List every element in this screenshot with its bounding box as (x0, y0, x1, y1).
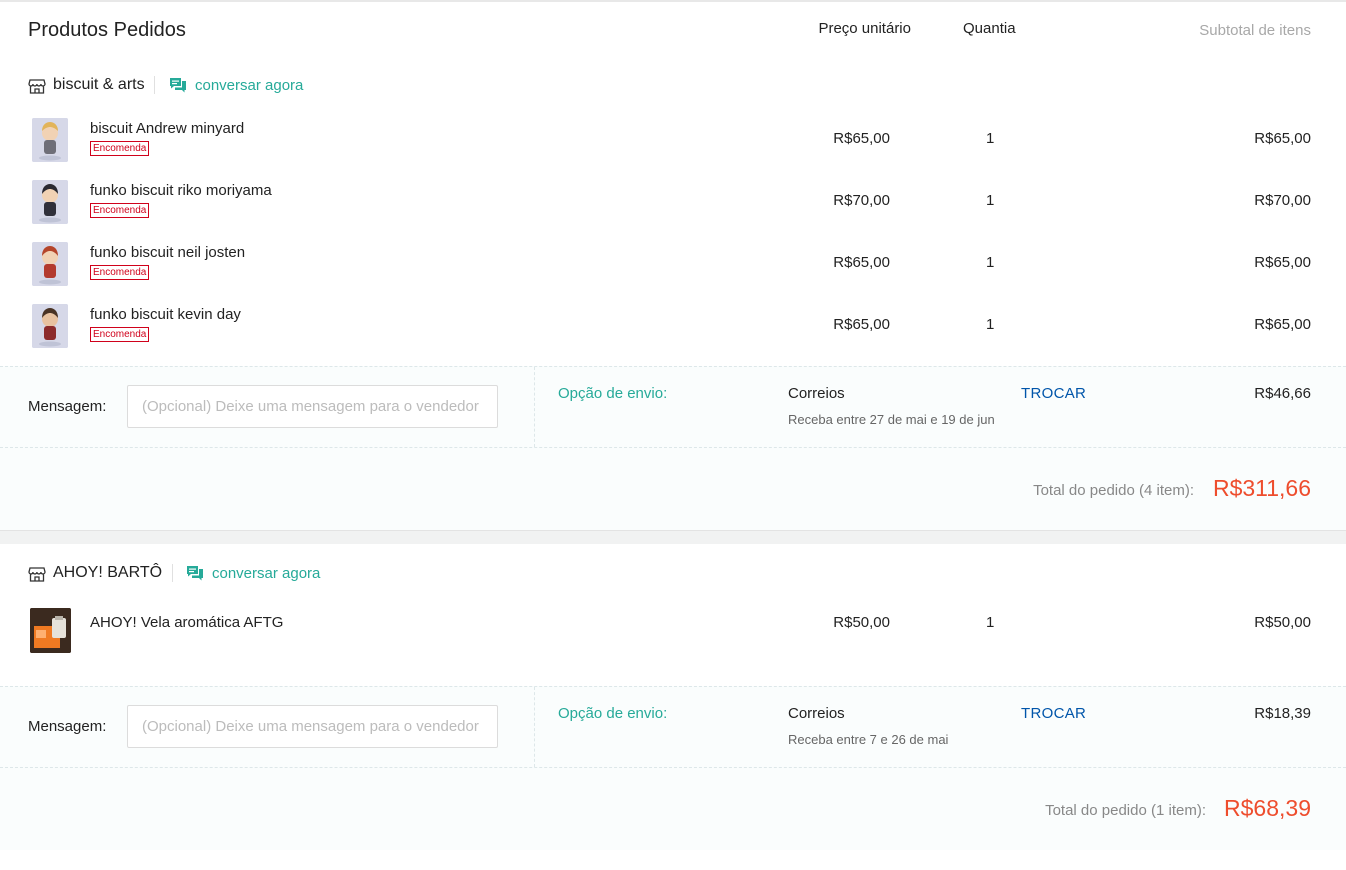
message-input[interactable] (127, 705, 498, 748)
shop-header-divider (154, 76, 155, 94)
message-label: Mensagem: (28, 398, 107, 415)
order-item-row: AHOY! Vela aromática AFTG R$50,00 1 R$50… (0, 600, 1346, 686)
product-thumbnail[interactable] (30, 608, 71, 653)
preorder-badge: Encomenda (90, 265, 150, 280)
shipping-carrier: Correios (788, 705, 845, 722)
store-icon (28, 567, 46, 582)
order-total-value: R$311,66 (1212, 475, 1311, 501)
item-subtotal: R$65,00 (1254, 316, 1311, 333)
quantity: 1 (986, 130, 995, 147)
shipping-eta: Receba entre 7 e 26 de mai (788, 732, 949, 747)
message-divider (534, 687, 535, 767)
store-icon (28, 79, 46, 94)
shipping-cost: R$18,39 (1254, 705, 1311, 722)
order-total-row: Total do pedido (1 item): R$68,39 (0, 768, 1346, 850)
shop-name[interactable]: AHOY! BARTÔ (53, 564, 162, 582)
chat-icon (170, 78, 186, 93)
order-total-label: Total do pedido (1 item): (1045, 802, 1206, 819)
product-name[interactable]: AHOY! Vela aromática AFTG (90, 614, 283, 631)
product-name[interactable]: biscuit Andrew minyard (90, 120, 244, 137)
column-header-quantity: Quantia (963, 20, 1016, 37)
message-input[interactable] (127, 385, 498, 428)
chat-icon (187, 566, 203, 581)
preorder-badge: Encomenda (90, 203, 150, 218)
quantity: 1 (986, 614, 995, 631)
quantity: 1 (986, 254, 995, 271)
shop-header-divider (172, 564, 173, 582)
product-thumbnail[interactable] (32, 304, 68, 348)
unit-price: R$65,00 (833, 316, 890, 333)
order-item-row: funko biscuit neil josten Encomenda R$65… (0, 236, 1346, 298)
chat-now-button[interactable]: conversar agora (169, 76, 303, 94)
unit-price: R$65,00 (833, 130, 890, 147)
product-name[interactable]: funko biscuit riko moriyama (90, 182, 272, 199)
shop-name[interactable]: biscuit & arts (53, 76, 145, 94)
quantity: 1 (986, 192, 995, 209)
shipping-option-label: Opção de envio: (558, 705, 668, 722)
chat-now-label: conversar agora (195, 76, 304, 94)
product-thumbnail[interactable] (32, 180, 68, 224)
column-header-subtotal: Subtotal de itens (1199, 22, 1311, 39)
product-thumbnail[interactable] (32, 118, 68, 162)
change-shipping-button[interactable]: TROCAR (1021, 385, 1086, 402)
unit-price: R$50,00 (833, 614, 890, 631)
shop-section: AHOY! BARTÔ conversar agora AHOY! Vela a… (0, 544, 1346, 850)
candle-image-icon (30, 608, 71, 653)
chat-now-button[interactable]: conversar agora (186, 564, 320, 582)
order-item-row: funko biscuit riko moriyama Encomenda R$… (0, 174, 1346, 236)
order-total-label: Total do pedido (4 item): (1033, 482, 1194, 499)
shipping-option-label: Opção de envio: (558, 385, 668, 402)
message-divider (534, 367, 535, 447)
message-label: Mensagem: (28, 718, 107, 735)
preorder-badge: Encomenda (90, 327, 150, 342)
item-subtotal: R$65,00 (1254, 254, 1311, 271)
message-shipping-row: Mensagem: Opção de envio: Correios Receb… (0, 366, 1346, 448)
order-total-row: Total do pedido (4 item): R$311,66 (0, 448, 1346, 530)
item-subtotal: R$65,00 (1254, 130, 1311, 147)
order-item-row: funko biscuit kevin day Encomenda R$65,0… (0, 298, 1346, 366)
column-header-unit-price: Preço unitário (818, 20, 911, 37)
shop-header: AHOY! BARTÔ conversar agora (0, 544, 1346, 600)
unit-price: R$65,00 (833, 254, 890, 271)
item-subtotal: R$50,00 (1254, 614, 1311, 631)
product-name[interactable]: funko biscuit kevin day (90, 306, 241, 323)
shipping-cost: R$46,66 (1254, 385, 1311, 402)
product-thumbnail[interactable] (32, 242, 68, 286)
message-shipping-row: Mensagem: Opção de envio: Correios Receb… (0, 686, 1346, 768)
shipping-carrier: Correios (788, 385, 845, 402)
ordered-products-header: Produtos Pedidos Preço unitário Quantia … (0, 2, 1346, 56)
shipping-eta: Receba entre 27 de mai e 19 de jun (788, 412, 995, 427)
item-subtotal: R$70,00 (1254, 192, 1311, 209)
figure-image-icon (32, 304, 68, 348)
figure-image-icon (32, 242, 68, 286)
change-shipping-button[interactable]: TROCAR (1021, 705, 1086, 722)
preorder-badge: Encomenda (90, 141, 150, 156)
section-gap (0, 530, 1346, 544)
order-item-row: biscuit Andrew minyard Encomenda R$65,00… (0, 112, 1346, 174)
chat-now-label: conversar agora (212, 564, 321, 582)
page-title: Produtos Pedidos (28, 19, 186, 41)
quantity: 1 (986, 316, 995, 333)
figure-image-icon (32, 118, 68, 162)
order-total-value: R$68,39 (1224, 795, 1311, 821)
product-name[interactable]: funko biscuit neil josten (90, 244, 245, 261)
shop-section: biscuit & arts conversar agora biscuit A… (0, 56, 1346, 530)
shop-header: biscuit & arts conversar agora (0, 56, 1346, 112)
figure-image-icon (32, 180, 68, 224)
unit-price: R$70,00 (833, 192, 890, 209)
